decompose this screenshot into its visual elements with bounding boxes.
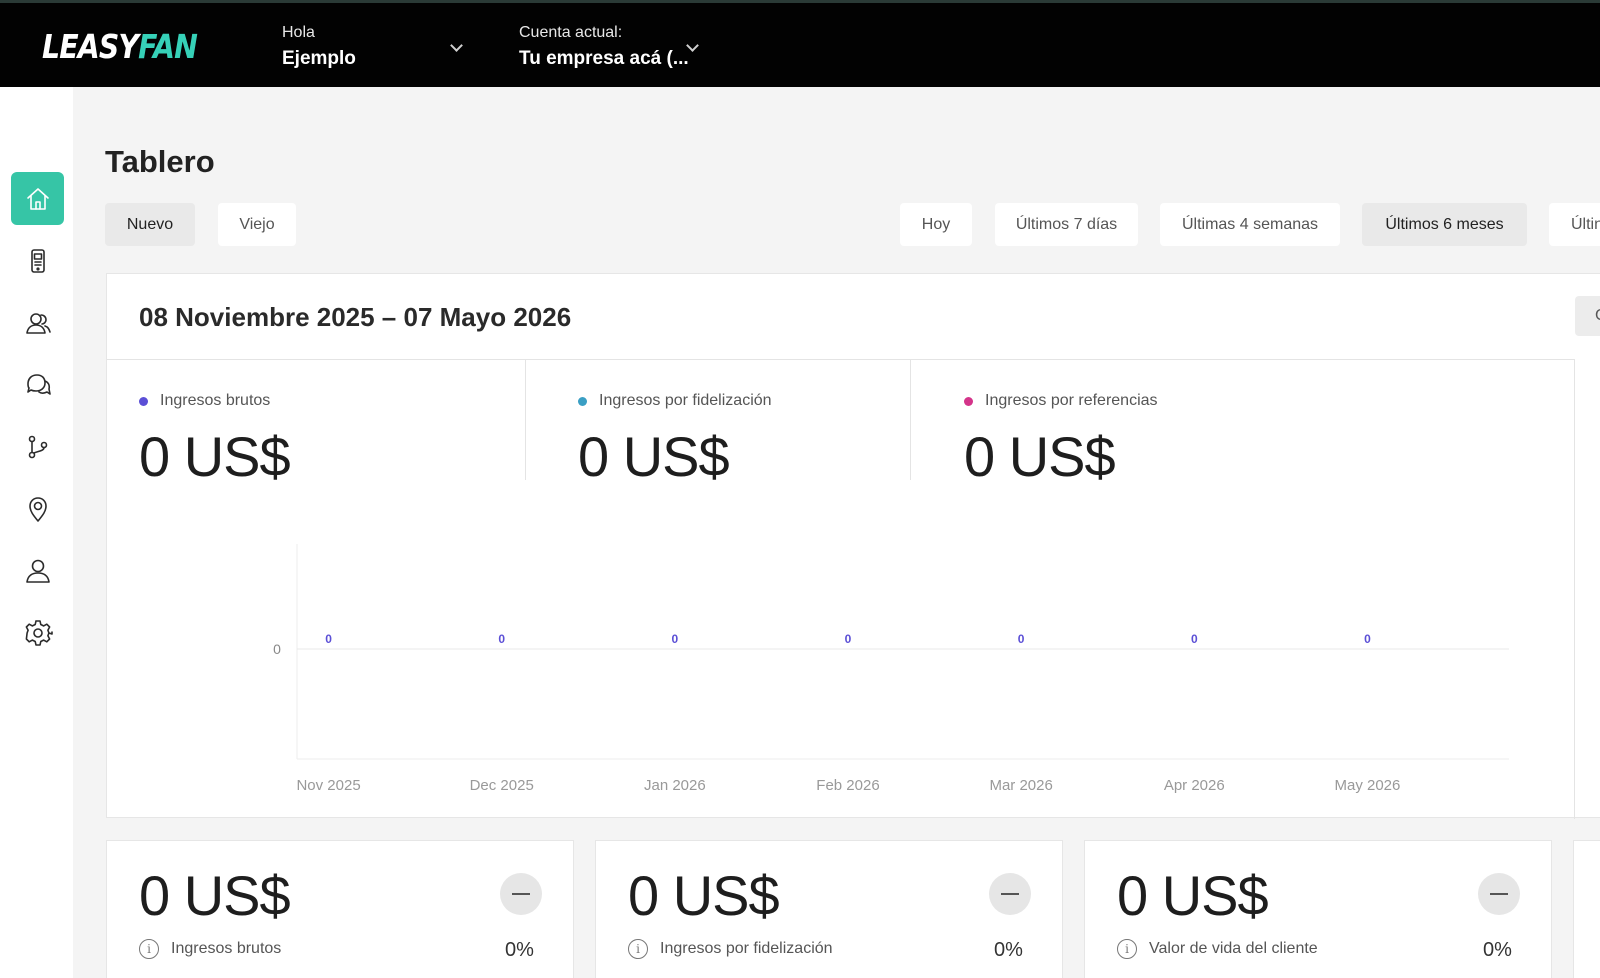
sidebar-item-customers[interactable] — [11, 296, 64, 349]
chart-data-label: 0 — [1191, 632, 1198, 646]
series-dot-icon — [578, 396, 587, 406]
chart-data-label: 0 — [672, 632, 679, 646]
series-dot-icon — [964, 396, 973, 406]
sidebar-item-locations[interactable] — [11, 482, 64, 535]
info-icon[interactable]: i — [628, 939, 648, 959]
stat-loyalty-revenue: Ingresos por fidelización 0 US$ — [578, 392, 772, 489]
tab-nuevo[interactable]: Nuevo — [105, 203, 195, 246]
stat-label: Ingresos brutos — [160, 392, 271, 409]
chart-x-tick-label: Feb 2026 — [816, 777, 879, 794]
kpi-value: 0 US$ — [139, 864, 291, 927]
stat-label: Ingresos por fidelización — [599, 392, 772, 409]
revenue-chart-svg: 0 Nov 2025 Dec 2025 Jan 2026 Feb 2026 Mar 202… — [273, 544, 1509, 794]
location-icon — [28, 496, 47, 522]
chart-data-label: 0 — [1364, 632, 1371, 646]
range-tab-more[interactable]: Últin — [1549, 203, 1600, 246]
kpi-value: 0 US$ — [1117, 864, 1269, 927]
chart-x-tick-label: Apr 2026 — [1164, 777, 1225, 794]
stat-gross-revenue: Ingresos brutos 0 US$ — [139, 392, 291, 489]
user-menu-chevron-down-icon[interactable] — [450, 39, 463, 52]
stat-value: 0 US$ — [578, 425, 730, 488]
sidebar-item-flows[interactable] — [11, 420, 64, 473]
trend-neutral-icon — [500, 873, 542, 915]
kpi-percent: 0% — [1483, 939, 1512, 961]
user-icon — [25, 559, 50, 583]
branch-icon — [28, 435, 47, 458]
chart-data-label: 0 — [325, 632, 332, 646]
stat-label: Ingresos por referencias — [985, 392, 1158, 409]
summary-card: 08 Noviembre 2025 – 07 Mayo 2026 C Ingre… — [106, 273, 1600, 819]
info-icon[interactable]: i — [1117, 939, 1137, 959]
chart-x-tick-label: Nov 2025 — [296, 777, 360, 794]
kpi-card-loyalty-revenue: 0 US$ i Ingresos por fidelización 0% — [595, 840, 1063, 978]
page-title: Tablero — [105, 144, 215, 179]
chat-icon — [26, 373, 51, 395]
range-tab-4-weeks[interactable]: Últimas 4 semanas — [1160, 203, 1340, 246]
chart-data-label: 0 — [498, 632, 505, 646]
trend-neutral-icon — [989, 873, 1031, 915]
kpi-label: Ingresos por fidelización — [660, 940, 833, 957]
range-tab-6-months[interactable]: Últimos 6 meses — [1362, 203, 1527, 246]
divider — [107, 359, 1575, 360]
sidebar-item-home[interactable] — [11, 172, 64, 225]
top-bar: LEASYFAN Hola Ejemplo Cuenta actual: Tu … — [0, 0, 1600, 87]
divider — [910, 360, 911, 480]
revenue-chart: 0 Nov 2025 Dec 2025 Jan 2026 Feb 2026 Mar 202… — [147, 524, 1527, 804]
tab-viejo[interactable]: Viejo — [218, 203, 296, 246]
kpi-percent: 0% — [994, 939, 1023, 961]
chart-x-tick-label: Jan 2026 — [644, 777, 706, 794]
kpi-label: Ingresos brutos — [171, 940, 282, 957]
user-menu[interactable]: Hola Ejemplo — [282, 24, 356, 70]
account-label: Cuenta actual: — [519, 24, 623, 41]
date-range-title: 08 Noviembre 2025 – 07 Mayo 2026 — [139, 302, 572, 332]
user-name: Ejemplo — [282, 48, 356, 69]
sidebar-item-profile[interactable] — [11, 544, 64, 597]
stat-value: 0 US$ — [139, 425, 291, 488]
range-tab-today[interactable]: Hoy — [900, 203, 972, 246]
gear-icon — [25, 619, 53, 646]
divider — [525, 360, 526, 480]
account-selector[interactable]: Cuenta actual: Tu empresa acá (... — [519, 24, 689, 70]
trend-neutral-icon — [1478, 873, 1520, 915]
stat-value: 0 US$ — [964, 425, 1116, 488]
divider — [1574, 359, 1575, 819]
sidebar-item-settings[interactable] — [11, 606, 64, 659]
sidebar — [0, 87, 73, 978]
chart-data-label: 0 — [845, 632, 852, 646]
info-icon[interactable]: i — [139, 939, 159, 959]
range-tab-7-days[interactable]: Últimos 7 días — [995, 203, 1138, 246]
chart-x-tick-label: May 2026 — [1334, 777, 1400, 794]
sidebar-item-messages[interactable] — [11, 358, 64, 411]
home-icon — [26, 187, 49, 210]
chart-data-label: 0 — [1018, 632, 1025, 646]
kpi-card-gross-revenue: 0 US$ i Ingresos brutos 0% — [106, 840, 574, 978]
leasyfan-logo[interactable]: LEASYFAN — [42, 27, 198, 66]
kpi-percent: 0% — [505, 939, 534, 961]
users-icon — [25, 312, 51, 334]
kpi-label: Valor de vida del cliente — [1149, 940, 1318, 957]
chart-x-tick-label: Dec 2025 — [470, 777, 534, 794]
kpi-value: 0 US$ — [628, 864, 780, 927]
kpi-card-partial — [1573, 840, 1600, 978]
kpi-card-customer-lifetime-value: 0 US$ i Valor de vida del cliente 0% — [1084, 840, 1552, 978]
export-button[interactable]: C — [1575, 296, 1600, 336]
account-name: Tu empresa acá (... — [519, 48, 689, 69]
series-dot-icon — [139, 396, 148, 406]
chart-y-tick-label: 0 — [273, 641, 281, 657]
chart-x-tick-label: Mar 2026 — [989, 777, 1052, 794]
device-icon — [30, 248, 45, 273]
greeting-label: Hola — [282, 24, 315, 41]
sidebar-item-device[interactable] — [11, 234, 64, 287]
stat-referral-revenue: Ingresos por referencias 0 US$ — [964, 392, 1158, 489]
